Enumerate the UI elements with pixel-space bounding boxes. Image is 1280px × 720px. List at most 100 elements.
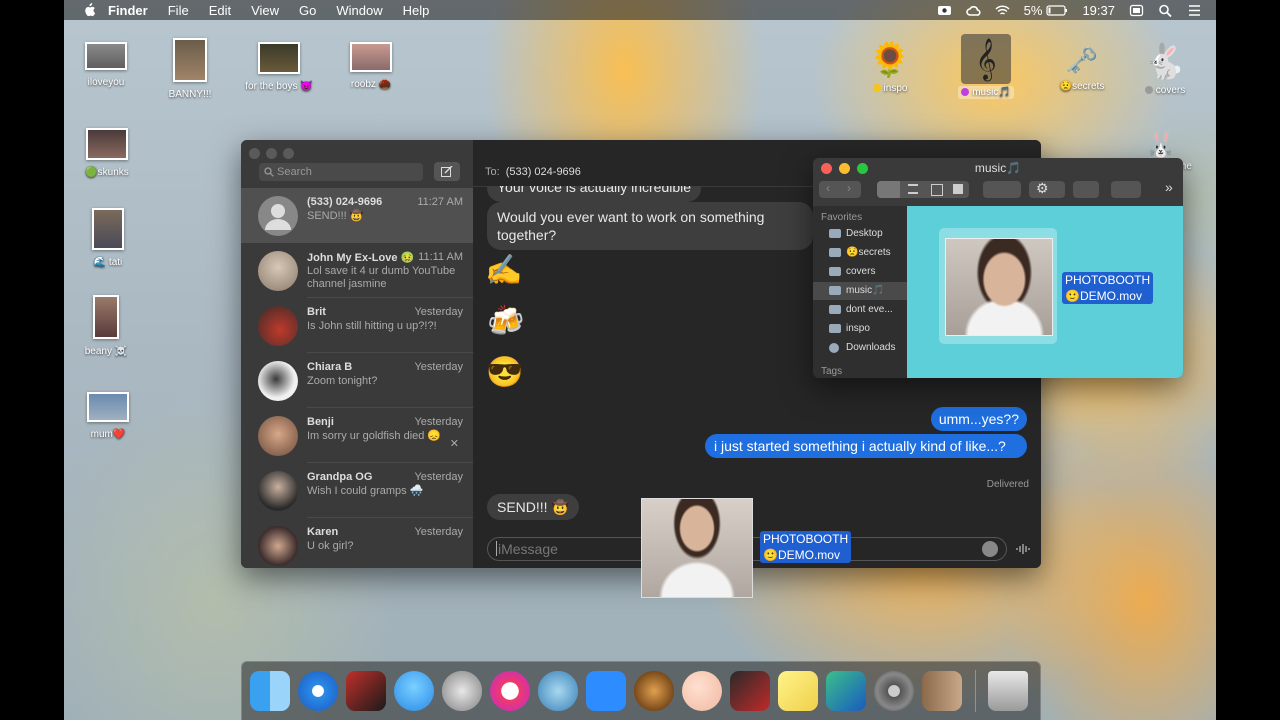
face-app-icon[interactable] (682, 671, 722, 711)
itunes-icon[interactable] (490, 671, 530, 711)
column-view-icon[interactable] (931, 184, 943, 196)
conversation-item[interactable]: Karen Yesterday U ok girl? (241, 518, 473, 568)
menu-edit[interactable]: Edit (209, 3, 231, 18)
back-icon[interactable]: ‹ (826, 181, 830, 195)
search-input[interactable]: Search (259, 163, 423, 181)
messages-icon[interactable] (394, 671, 434, 711)
message-bubble-incoming[interactable]: SEND!!! 🤠 (487, 494, 579, 520)
desktop-icon-tati[interactable]: 🌊 tati (64, 208, 153, 269)
menu-app-name[interactable]: Finder (108, 3, 148, 18)
message-bubble-outgoing[interactable]: umm...yes?? (930, 407, 1027, 431)
forward-icon[interactable]: › (847, 181, 851, 195)
conversation-sidebar: Search (533) 024-9696 11:27 AM SEND!!! 🤠… (241, 140, 473, 568)
purple-tag-icon (961, 88, 970, 96)
recipient-field[interactable]: To: (533) 024-9696 (485, 166, 581, 178)
folder-icon (829, 305, 841, 314)
desktop-folder-music[interactable]: 𝄞 music🎵 (941, 34, 1031, 99)
stickies-icon[interactable] (778, 671, 818, 711)
recording-app-icon[interactable] (730, 671, 770, 711)
sidebar-item-music[interactable]: music🎵 (813, 282, 907, 300)
sidebar-item-dont-eve[interactable]: dont eve... (813, 301, 907, 319)
desktop-icon-beany[interactable]: beany ☠️ (64, 295, 151, 358)
desktop-icon-banny[interactable]: BANNY!!! (145, 38, 235, 101)
message-bubble-incoming[interactable]: Would you ever want to work on something… (487, 202, 813, 250)
contacts-icon[interactable] (922, 671, 962, 711)
file-item-photobooth-demo[interactable] (939, 228, 1057, 344)
dock-divider (975, 670, 976, 712)
message-emoji[interactable]: 🍻 (487, 304, 524, 339)
notification-center-icon[interactable] (1187, 4, 1202, 17)
wifi-icon[interactable] (995, 4, 1010, 17)
desktop-icon-skunks[interactable]: 🟢skunks (64, 128, 152, 179)
trash-icon[interactable] (988, 671, 1028, 711)
desktop-icon-roobz[interactable]: roobz 🌰 (326, 42, 416, 91)
conversation-item[interactable]: Brit Yesterday Is John still hitting u u… (241, 298, 473, 353)
desktop-folder-secrets[interactable]: 🗝️ 😟secrets (1037, 40, 1127, 93)
clock[interactable]: 19:37 (1082, 3, 1115, 18)
share-button[interactable] (1073, 181, 1099, 198)
launchpad-icon[interactable] (442, 671, 482, 711)
apple-icon[interactable] (82, 3, 96, 17)
desktop-icon-label: mum❤️ (90, 429, 126, 440)
sequel-pro-icon[interactable] (538, 671, 578, 711)
message-bubble-outgoing[interactable]: i just started something i actually kind… (705, 434, 1027, 458)
desktop-folder-covers[interactable]: 🐇 covers (1120, 40, 1210, 97)
tags-button[interactable] (1111, 181, 1141, 198)
sidebar-item-inspo[interactable]: inspo (813, 320, 907, 338)
action-gear-button[interactable]: ⚙ (1029, 180, 1065, 198)
spotlight-search-icon[interactable] (1158, 4, 1173, 17)
sidebar-item-desktop[interactable]: Desktop (813, 225, 907, 243)
desktop-icon-iloveyou[interactable]: iloveyou (64, 42, 151, 89)
sidebar-item-covers[interactable]: covers (813, 263, 907, 281)
close-button[interactable] (249, 148, 260, 159)
audio-message-icon[interactable] (1015, 542, 1031, 556)
finder-icon[interactable] (250, 671, 290, 711)
safari-icon[interactable] (298, 671, 338, 711)
delete-conversation-icon[interactable]: ✕ (450, 437, 459, 450)
person-icon (265, 204, 291, 230)
menu-go[interactable]: Go (299, 3, 316, 18)
menu-bar: Finder File Edit View Go Window Help 5% … (64, 0, 1216, 20)
camera-icon[interactable] (937, 4, 952, 17)
conversation-item[interactable]: Grandpa OG Yesterday Wish I could gramps… (241, 463, 473, 518)
icon-view-icon[interactable] (877, 181, 900, 198)
file-name-line: PHOTOBOOTH (1065, 273, 1151, 287)
conversation-preview: Wish I could gramps 🌨️ (307, 485, 424, 497)
compose-button[interactable] (434, 162, 460, 181)
sidebar-item-downloads[interactable]: Downloads (813, 339, 907, 357)
menu-window[interactable]: Window (336, 3, 382, 18)
view-mode-buttons[interactable] (877, 181, 969, 198)
back-forward-buttons[interactable]: ‹ › (819, 181, 861, 198)
list-view-icon[interactable] (908, 184, 918, 194)
minimize-button[interactable] (266, 148, 277, 159)
photos-slideshow-icon[interactable] (826, 671, 866, 711)
zoom-button[interactable] (283, 148, 294, 159)
message-emoji[interactable]: ✍️ (485, 253, 522, 288)
sidebar-item-secrets[interactable]: 😟secrets (813, 244, 907, 262)
treble-clef-icon: 𝄞 (961, 34, 1011, 84)
battery-icon[interactable] (1046, 4, 1068, 17)
menu-help[interactable]: Help (403, 3, 430, 18)
screen-record-icon[interactable] (1129, 4, 1144, 17)
desktop-folder-inspo[interactable]: 🌻 inspo (845, 38, 935, 95)
photo-booth-icon[interactable] (346, 671, 386, 711)
desktop-icon-for-the-boys[interactable]: for the boys 😈 (234, 42, 324, 93)
finder-titlebar: music🎵 ‹ › ⚙ » (813, 158, 1183, 207)
creative-cloud-icon[interactable] (965, 4, 981, 17)
conversation-item[interactable]: John My Ex-Love 🤢 11:11 AM Lol save it 4… (241, 243, 473, 298)
conversation-item[interactable]: Benji Yesterday Im sorry ur goldfish die… (241, 408, 473, 463)
group-by-button[interactable] (983, 181, 1021, 198)
desktop-icon-mum[interactable]: mum❤️ (64, 392, 153, 441)
gallery-view-icon[interactable] (953, 184, 963, 194)
emoji-picker-icon[interactable] (982, 541, 998, 557)
system-preferences-icon[interactable] (874, 671, 914, 711)
zoom-icon[interactable] (586, 671, 626, 711)
menu-file[interactable]: File (168, 3, 189, 18)
conversation-item[interactable]: (533) 024-9696 11:27 AM SEND!!! 🤠 (241, 188, 473, 243)
toolbar-overflow-icon[interactable]: » (1165, 179, 1173, 195)
file-name-label[interactable]: PHOTOBOOTH 🙂DEMO.mov (1062, 272, 1154, 304)
garageband-icon[interactable] (634, 671, 674, 711)
message-emoji[interactable]: 😎 (486, 355, 523, 390)
menu-view[interactable]: View (251, 3, 279, 18)
conversation-item[interactable]: Chiara B Yesterday Zoom tonight? (241, 353, 473, 408)
